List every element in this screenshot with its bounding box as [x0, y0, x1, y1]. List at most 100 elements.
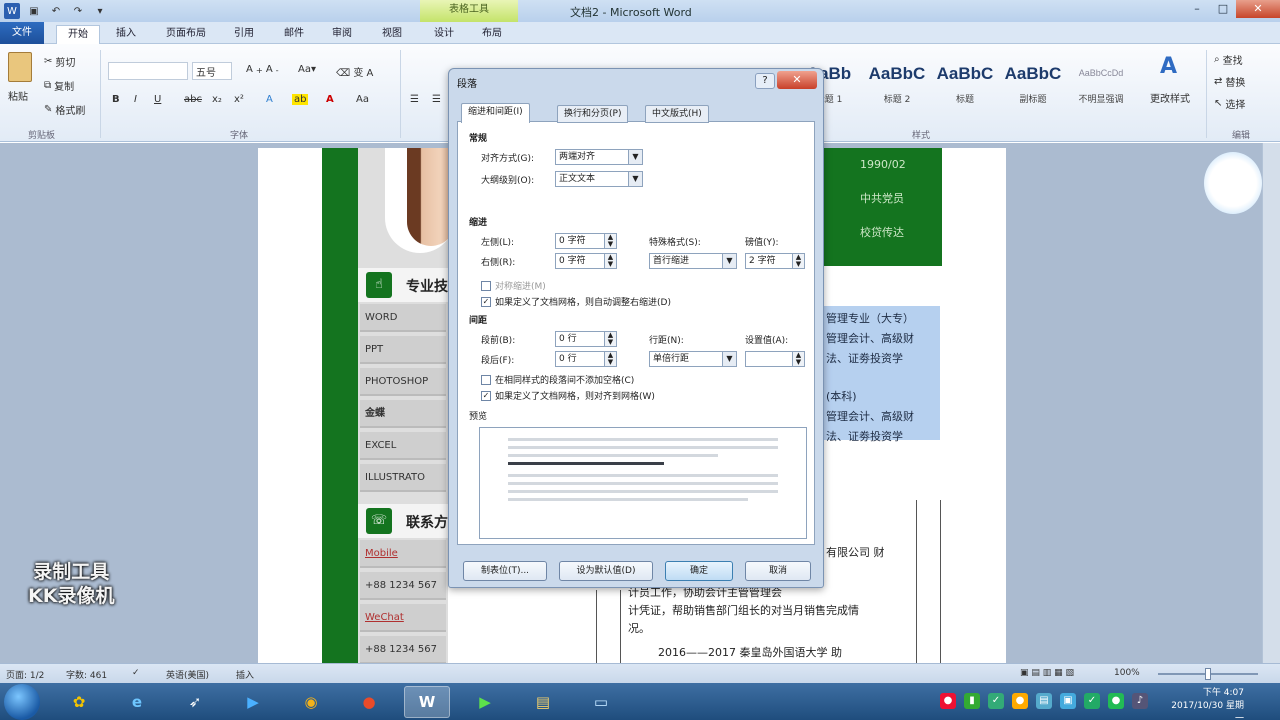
- font-name-box[interactable]: [108, 62, 188, 80]
- chrome-browser-icon[interactable]: ◉: [288, 686, 334, 718]
- word-app-icon[interactable]: W: [4, 3, 20, 19]
- paste-button-label[interactable]: 粘贴: [8, 88, 28, 103]
- media-player-icon[interactable]: ▶: [462, 686, 508, 718]
- customize-qat-icon[interactable]: ▾: [92, 3, 108, 19]
- spacing-after-spinner[interactable]: 0 行 ▲ ▼: [555, 351, 617, 367]
- tab-line-page-breaks[interactable]: 换行和分页(P): [557, 105, 629, 123]
- line-spacing-select[interactable]: 单倍行距 ▼: [649, 351, 737, 367]
- style-subtle-emphasis[interactable]: AaBbCcDd 不明显强调: [1068, 52, 1134, 108]
- tray-app-icon[interactable]: ●: [1108, 693, 1124, 709]
- spacing-before-spinner[interactable]: 0 行 ▲ ▼: [555, 331, 617, 347]
- tab-asian-typography[interactable]: 中文版式(H): [645, 105, 709, 123]
- align-left-icon[interactable]: ☰: [410, 94, 419, 105]
- paste-icon[interactable]: [8, 52, 32, 82]
- window-switch-icon[interactable]: ▭: [578, 686, 624, 718]
- tab-design[interactable]: 设计: [422, 25, 466, 44]
- language-indicator[interactable]: 英语(美国): [166, 668, 209, 681]
- strikethrough-button[interactable]: abc: [184, 94, 202, 105]
- change-styles-button[interactable]: 更改样式: [1150, 90, 1190, 105]
- tab-file[interactable]: 文件: [0, 22, 44, 44]
- tabs-button[interactable]: 制表位(T)...: [463, 561, 547, 581]
- zoom-slider-thumb[interactable]: [1205, 668, 1211, 680]
- tab-page-layout[interactable]: 页面布局: [156, 25, 216, 44]
- spinner-arrows-icon[interactable]: ▲ ▼: [604, 352, 616, 366]
- zoom-level[interactable]: 100%: [1114, 668, 1140, 678]
- style-heading2[interactable]: AaBbC 标题 2: [864, 52, 930, 108]
- tab-review[interactable]: 审阅: [320, 25, 364, 44]
- tray-network-icon[interactable]: ▤: [1036, 693, 1052, 709]
- tab-layout[interactable]: 布局: [470, 25, 514, 44]
- help-button[interactable]: ?: [755, 73, 775, 89]
- word-taskbar-icon[interactable]: W: [404, 686, 450, 718]
- tray-app-icon[interactable]: ●: [1012, 693, 1028, 709]
- clear-format-icon[interactable]: ⌫ 变 A: [336, 64, 373, 79]
- grow-font-icon[interactable]: A + A-: [246, 64, 279, 75]
- superscript-button[interactable]: x²: [234, 94, 244, 105]
- maximize-button[interactable]: □: [1210, 0, 1236, 18]
- spinner-arrows-icon[interactable]: ▲ ▼: [792, 254, 804, 268]
- align-center-icon[interactable]: ☰: [432, 94, 441, 105]
- style-title[interactable]: AaBbC 标题: [932, 52, 998, 108]
- tray-shield-icon[interactable]: ✓: [988, 693, 1004, 709]
- indent-left-spinner[interactable]: 0 字符 ▲ ▼: [555, 233, 617, 249]
- auto-adjust-indent-checkbox[interactable]: ✓ 如果定义了文档网格，则自动调整右缩进(D): [481, 295, 671, 308]
- text-effects-button[interactable]: A: [266, 94, 273, 105]
- font-size-box[interactable]: 五号: [192, 62, 232, 80]
- cancel-button[interactable]: 取消: [745, 561, 811, 581]
- alignment-select[interactable]: 两端对齐 ▼: [555, 149, 643, 165]
- mirror-indents-checkbox[interactable]: 对称缩进(M): [481, 279, 546, 292]
- tab-indents-spacing[interactable]: 缩进和间距(I): [461, 103, 530, 123]
- spinner-arrows-icon[interactable]: ▲ ▼: [604, 234, 616, 248]
- style-subtitle[interactable]: AaBbC 副标题: [1000, 52, 1066, 108]
- tab-mailings[interactable]: 邮件: [272, 25, 316, 44]
- close-button[interactable]: ✕: [1236, 0, 1280, 18]
- cut-button[interactable]: ✂ 剪切: [44, 54, 75, 69]
- change-styles-icon[interactable]: A: [1160, 54, 1177, 79]
- feishu-bird-icon[interactable]: ➶: [172, 686, 218, 718]
- minimize-button[interactable]: –: [1184, 0, 1210, 18]
- tray-battery-icon[interactable]: ▮: [964, 693, 980, 709]
- tab-insert[interactable]: 插入: [104, 25, 148, 44]
- underline-button[interactable]: U: [154, 94, 161, 105]
- page-count[interactable]: 页面: 1/2: [6, 668, 44, 681]
- windows-start-icon[interactable]: [4, 684, 40, 720]
- vertical-scrollbar[interactable]: [1262, 143, 1280, 663]
- outline-level-select[interactable]: 正文文本 ▼: [555, 171, 643, 187]
- tab-view[interactable]: 视图: [370, 25, 414, 44]
- spinner-arrows-icon[interactable]: ▲ ▼: [604, 332, 616, 346]
- video-player-icon[interactable]: ▶: [230, 686, 276, 718]
- app-360-icon[interactable]: ✿: [56, 686, 102, 718]
- view-buttons-icon[interactable]: ▣ ▤ ▥ ▦ ▧: [1020, 668, 1074, 678]
- set-default-button[interactable]: 设为默认值(D): [559, 561, 653, 581]
- indent-right-spinner[interactable]: 0 字符 ▲ ▼: [555, 253, 617, 269]
- spinner-arrows-icon[interactable]: ▲ ▼: [792, 352, 804, 366]
- undo-icon[interactable]: ↶: [48, 3, 64, 19]
- find-button[interactable]: ⌕ 查找: [1214, 52, 1243, 67]
- proofing-icon[interactable]: ✓: [132, 668, 140, 678]
- spinner-arrows-icon[interactable]: ▲ ▼: [604, 254, 616, 268]
- tab-references[interactable]: 引用: [222, 25, 266, 44]
- change-case-icon[interactable]: Aa▾: [298, 64, 316, 75]
- italic-button[interactable]: I: [134, 94, 137, 105]
- select-button[interactable]: ↖ 选择: [1214, 96, 1245, 111]
- indent-by-spinner[interactable]: 2 字符 ▲ ▼: [745, 253, 805, 269]
- save-icon[interactable]: ▣: [26, 3, 42, 19]
- file-explorer-icon[interactable]: ▤: [520, 686, 566, 718]
- ie-browser-icon[interactable]: e: [114, 686, 160, 718]
- subscript-button[interactable]: x₂: [212, 94, 222, 105]
- redo-icon[interactable]: ↷: [70, 3, 86, 19]
- tray-app-icon[interactable]: ▣: [1060, 693, 1076, 709]
- special-format-select[interactable]: 首行缩进 ▼: [649, 253, 737, 269]
- char-shading-button[interactable]: Aa: [356, 94, 369, 105]
- copy-button[interactable]: ⧉ 复制: [44, 78, 74, 93]
- screen-recorder-icon[interactable]: ●: [346, 686, 392, 718]
- bold-button[interactable]: B: [112, 94, 120, 105]
- tray-app-icon[interactable]: ●: [940, 693, 956, 709]
- format-painter-button[interactable]: ✎ 格式刷: [44, 102, 85, 117]
- tab-home[interactable]: 开始: [56, 25, 100, 44]
- word-count[interactable]: 字数: 461: [66, 668, 107, 681]
- snap-to-grid-checkbox[interactable]: ✓ 如果定义了文档网格，则对齐到网格(W): [481, 389, 655, 402]
- no-space-same-style-checkbox[interactable]: 在相同样式的段落间不添加空格(C): [481, 373, 634, 386]
- bird-floating-icon[interactable]: [1204, 152, 1262, 214]
- insert-mode[interactable]: 插入: [236, 668, 254, 681]
